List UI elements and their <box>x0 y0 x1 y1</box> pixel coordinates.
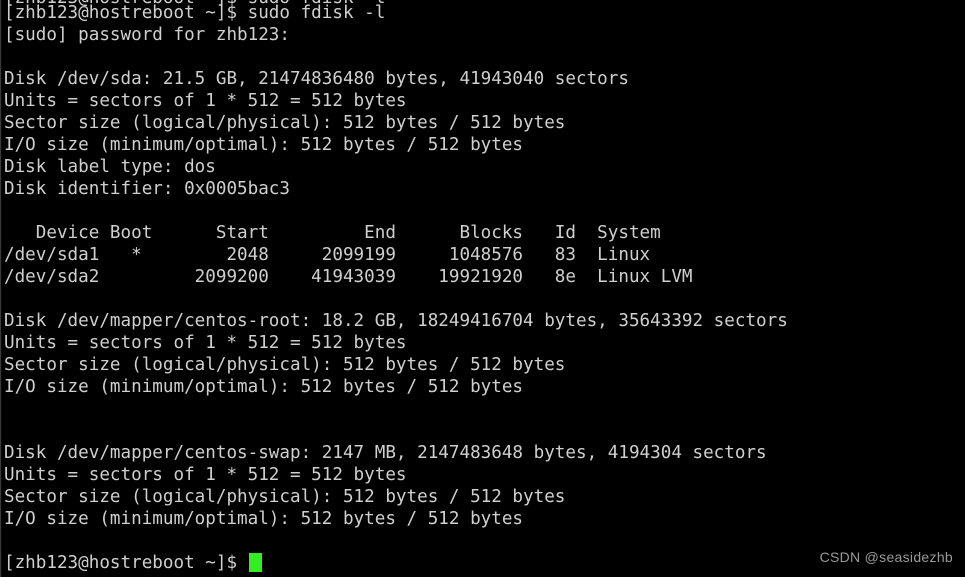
terminal-line: Units = sectors of 1 * 512 = 512 bytes <box>4 333 407 353</box>
terminal-output: [zhb123@hostreboot ~]$ sudo fdisk -l [sud… <box>4 2 965 574</box>
terminal-line: Sector size (logical/physical): 512 byte… <box>4 355 566 375</box>
terminal-line: Sector size (logical/physical): 512 byte… <box>4 113 566 133</box>
terminal-line: Disk identifier: 0x0005bac3 <box>4 179 290 199</box>
terminal-line: Disk /dev/sda: 21.5 GB, 21474836480 byte… <box>4 69 629 89</box>
terminal-line: [sudo] password for zhb123: <box>4 25 290 45</box>
terminal-line: Units = sectors of 1 * 512 = 512 bytes <box>4 465 407 485</box>
text-cursor <box>248 553 262 572</box>
terminal-line: [zhb123@hostreboot ~]$ sudo fdisk -l <box>4 3 386 23</box>
terminal-window[interactable]: [zhb123@hostreboot ~]$ sudo fdisk -l [zh… <box>0 0 965 577</box>
terminal-line: Disk /dev/mapper/centos-swap: 2147 MB, 2… <box>4 443 767 463</box>
terminal-line: Units = sectors of 1 * 512 = 512 bytes <box>4 91 407 111</box>
terminal-line: /dev/sda2 2099200 41943039 19921920 8e L… <box>4 267 693 287</box>
terminal-line: Disk label type: dos <box>4 157 216 177</box>
terminal-line: I/O size (minimum/optimal): 512 bytes / … <box>4 135 524 155</box>
shell-prompt-text: [zhb123@hostreboot ~]$ <box>4 553 248 573</box>
terminal-line: I/O size (minimum/optimal): 512 bytes / … <box>4 509 524 529</box>
terminal-line: Disk /dev/mapper/centos-root: 18.2 GB, 1… <box>4 311 788 331</box>
terminal-line: Sector size (logical/physical): 512 byte… <box>4 487 566 507</box>
terminal-line: Device Boot Start End Blocks Id System <box>4 223 661 243</box>
terminal-line: /dev/sda1 * 2048 2099199 1048576 83 Linu… <box>4 245 651 265</box>
watermark-label: CSDN @seasidezhb <box>819 549 953 565</box>
terminal-line: I/O size (minimum/optimal): 512 bytes / … <box>4 377 524 397</box>
window-left-border <box>0 0 2 577</box>
